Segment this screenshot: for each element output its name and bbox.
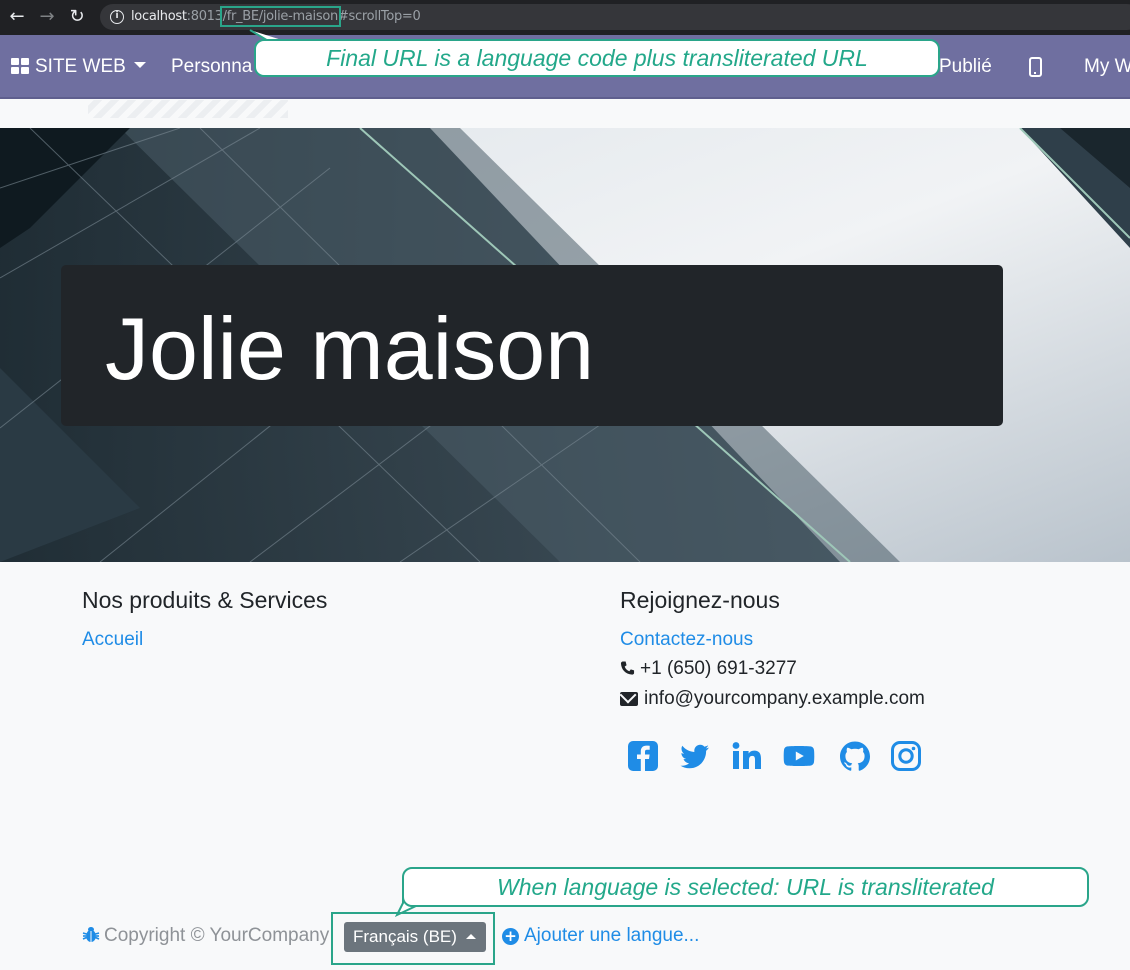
phone-icon bbox=[620, 661, 635, 675]
info-icon[interactable]: i bbox=[110, 10, 124, 24]
url-hash: #scrollTop=0 bbox=[337, 9, 421, 24]
contact-us-link[interactable]: Contactez-nous bbox=[620, 629, 753, 651]
address-bar[interactable]: i localhost:8013/fr_BE/jolie-maison#scro… bbox=[100, 4, 1130, 30]
facebook-icon[interactable] bbox=[627, 740, 659, 772]
products-services-heading: Nos produits & Services bbox=[82, 587, 328, 613]
url-host: localhost bbox=[131, 9, 187, 24]
caret-down-icon bbox=[133, 62, 146, 68]
language-label: Français (BE) bbox=[353, 927, 457, 946]
add-language-link[interactable]: + Ajouter une langue... bbox=[502, 925, 699, 947]
mobile-preview-icon[interactable] bbox=[1029, 57, 1042, 77]
personalize-menu[interactable]: Personna bbox=[171, 56, 252, 78]
copyright-text: Copyright © YourCompany bbox=[104, 925, 330, 946]
url-port: :8013 bbox=[186, 9, 223, 24]
phone-number: +1 (650) 691-3277 bbox=[640, 658, 797, 679]
apps-grid-icon bbox=[11, 58, 29, 74]
twitter-icon[interactable] bbox=[679, 740, 711, 772]
hero-title-box: Jolie maison bbox=[61, 265, 1003, 426]
copyright: Copyright © YourCompany bbox=[82, 925, 329, 947]
phone-line: +1 (650) 691-3277 bbox=[620, 658, 797, 680]
add-language-label: Ajouter une langue... bbox=[524, 925, 700, 946]
plus-circle-icon: + bbox=[502, 928, 519, 945]
hero-title: Jolie maison bbox=[105, 299, 595, 398]
site-web-menu[interactable]: SITE WEB bbox=[11, 56, 146, 78]
linkedin-icon[interactable] bbox=[731, 740, 763, 772]
published-toggle[interactable]: Publié bbox=[939, 56, 992, 78]
language-annotation-callout: When language is selected: URL is transl… bbox=[402, 867, 1089, 907]
hero-banner: Jolie maison bbox=[0, 128, 1130, 562]
github-icon[interactable] bbox=[839, 740, 871, 772]
caret-up-icon bbox=[466, 934, 476, 939]
instagram-icon[interactable] bbox=[890, 740, 922, 772]
youtube-icon[interactable] bbox=[783, 740, 815, 772]
browser-toolbar: ← → ↻ i localhost:8013/fr_BE/jolie-maiso… bbox=[0, 0, 1130, 35]
logo-remnant bbox=[88, 100, 288, 118]
forward-icon[interactable]: → bbox=[34, 5, 60, 29]
home-link[interactable]: Accueil bbox=[82, 629, 143, 651]
email-address: info@yourcompany.example.com bbox=[644, 688, 925, 709]
envelope-icon bbox=[620, 692, 638, 706]
language-selector[interactable]: Français (BE) bbox=[344, 922, 486, 952]
site-web-label: SITE WEB bbox=[35, 56, 126, 77]
url-text: localhost:8013/fr_BE/jolie-maison#scroll… bbox=[131, 6, 421, 27]
back-icon[interactable]: ← bbox=[4, 5, 30, 29]
my-website-menu[interactable]: My W bbox=[1084, 56, 1130, 78]
join-us-heading: Rejoignez-nous bbox=[620, 587, 780, 613]
reload-icon[interactable]: ↻ bbox=[64, 5, 90, 29]
url-path-highlight: /fr_BE/jolie-maison bbox=[219, 6, 341, 27]
bug-icon[interactable] bbox=[82, 925, 100, 943]
url-annotation-callout: Final URL is a language code plus transl… bbox=[254, 39, 940, 77]
email-line: info@yourcompany.example.com bbox=[620, 688, 925, 710]
